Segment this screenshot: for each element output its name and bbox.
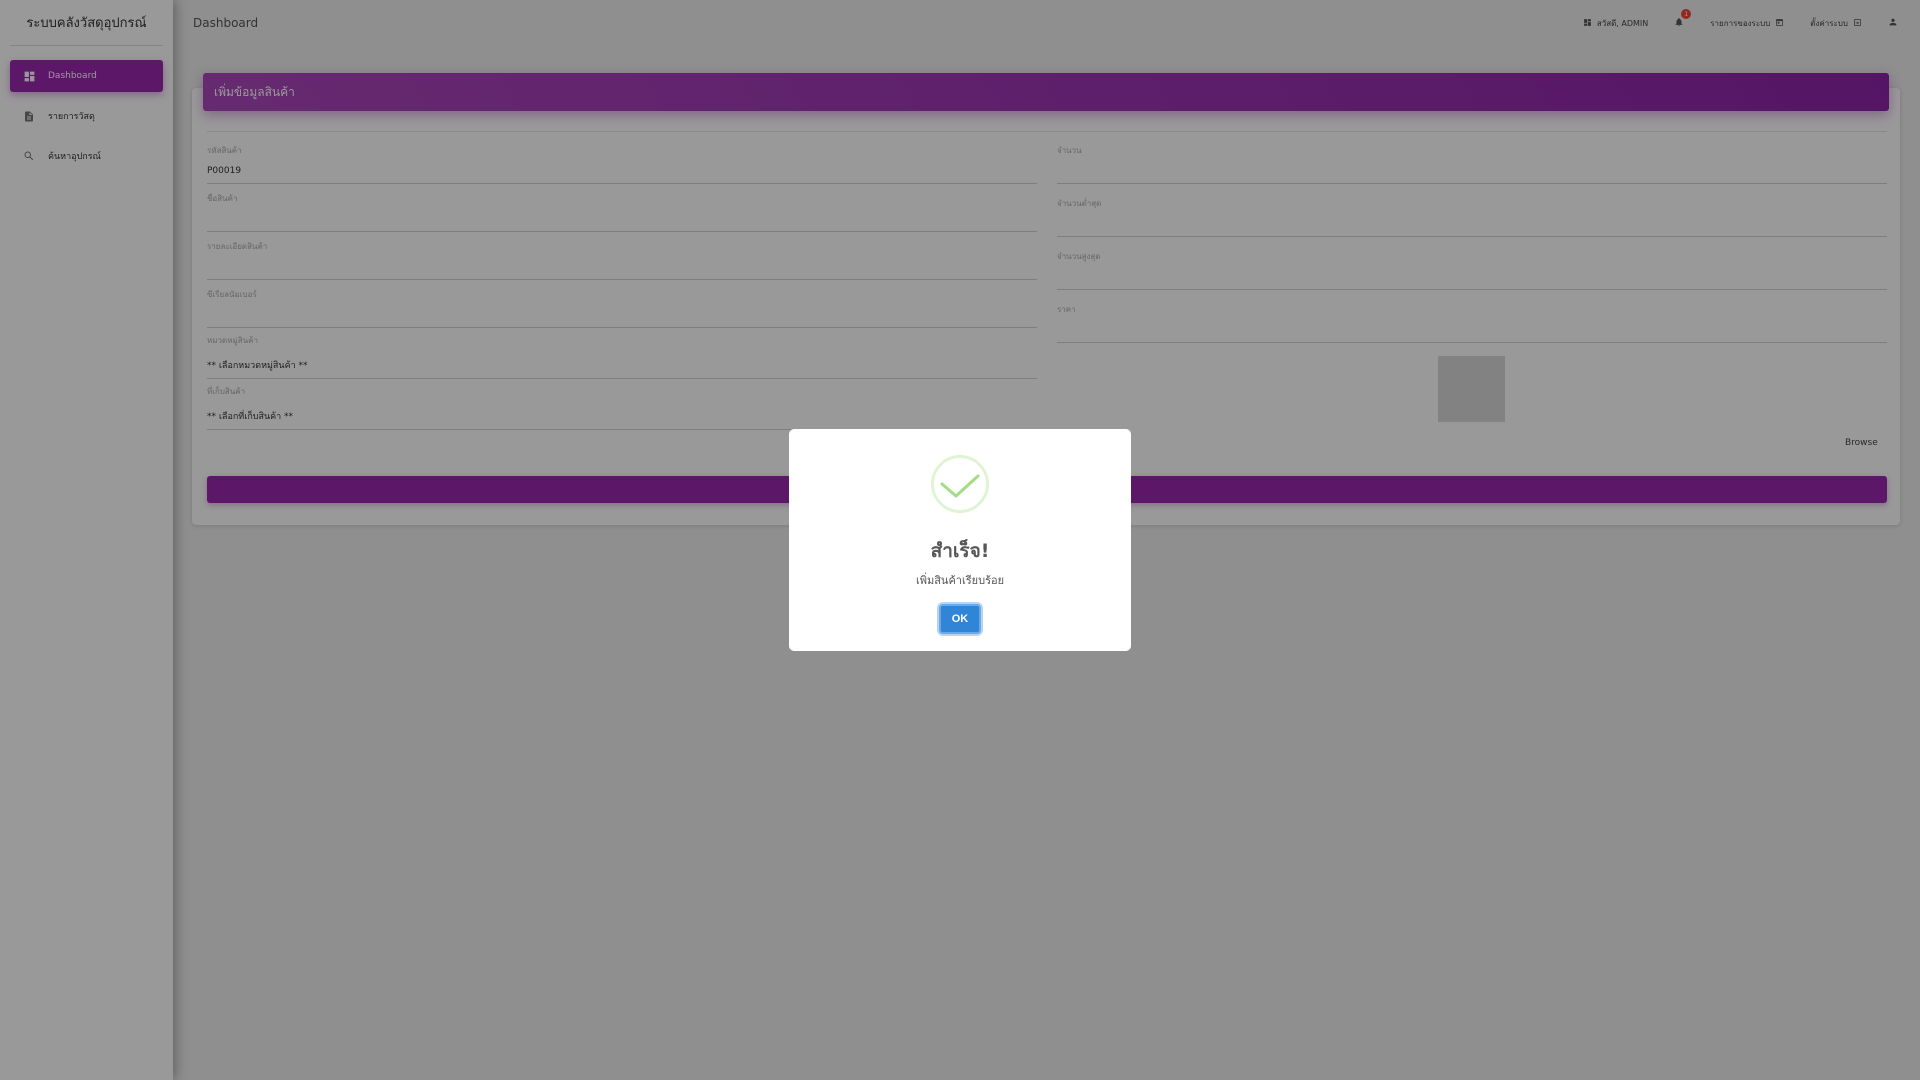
success-dialog: สำเร็จ! เพิ่มสินค้าเรียบร้อย OK	[789, 429, 1131, 651]
ok-button[interactable]: OK	[939, 604, 981, 634]
dialog-message: เพิ่มสินค้าเรียบร้อย	[915, 574, 1005, 587]
success-check-icon	[931, 455, 989, 513]
dialog-title: สำเร็จ!	[930, 540, 990, 562]
